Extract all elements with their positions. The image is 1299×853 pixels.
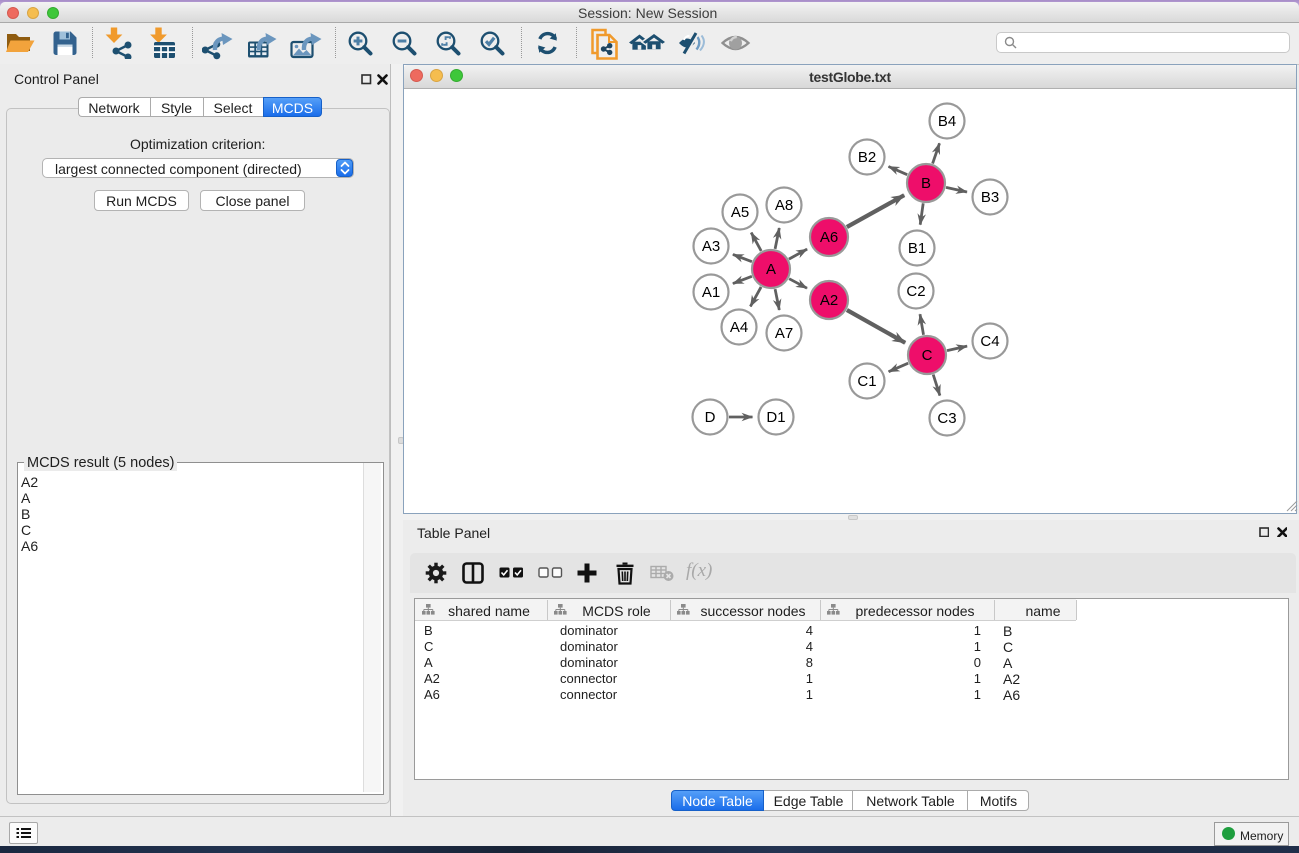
svg-text:A7: A7 xyxy=(775,325,793,342)
svg-text:A8: A8 xyxy=(775,197,793,214)
svg-text:C: C xyxy=(922,347,933,364)
svg-text:A5: A5 xyxy=(731,204,749,221)
svg-text:C3: C3 xyxy=(937,410,956,427)
svg-text:C1: C1 xyxy=(857,373,876,390)
svg-text:A4: A4 xyxy=(730,319,748,336)
svg-text:B2: B2 xyxy=(858,149,876,166)
svg-text:A: A xyxy=(766,261,776,278)
svg-text:B4: B4 xyxy=(938,113,956,130)
svg-text:D1: D1 xyxy=(766,409,785,426)
svg-text:C4: C4 xyxy=(980,333,999,350)
svg-text:D: D xyxy=(705,409,716,426)
svg-text:A2: A2 xyxy=(820,292,838,309)
svg-text:B1: B1 xyxy=(908,240,926,257)
svg-text:A6: A6 xyxy=(820,229,838,246)
svg-text:A3: A3 xyxy=(702,238,720,255)
svg-text:A1: A1 xyxy=(702,284,720,301)
svg-text:C2: C2 xyxy=(906,283,925,300)
svg-text:B: B xyxy=(921,175,931,192)
svg-text:B3: B3 xyxy=(981,189,999,206)
